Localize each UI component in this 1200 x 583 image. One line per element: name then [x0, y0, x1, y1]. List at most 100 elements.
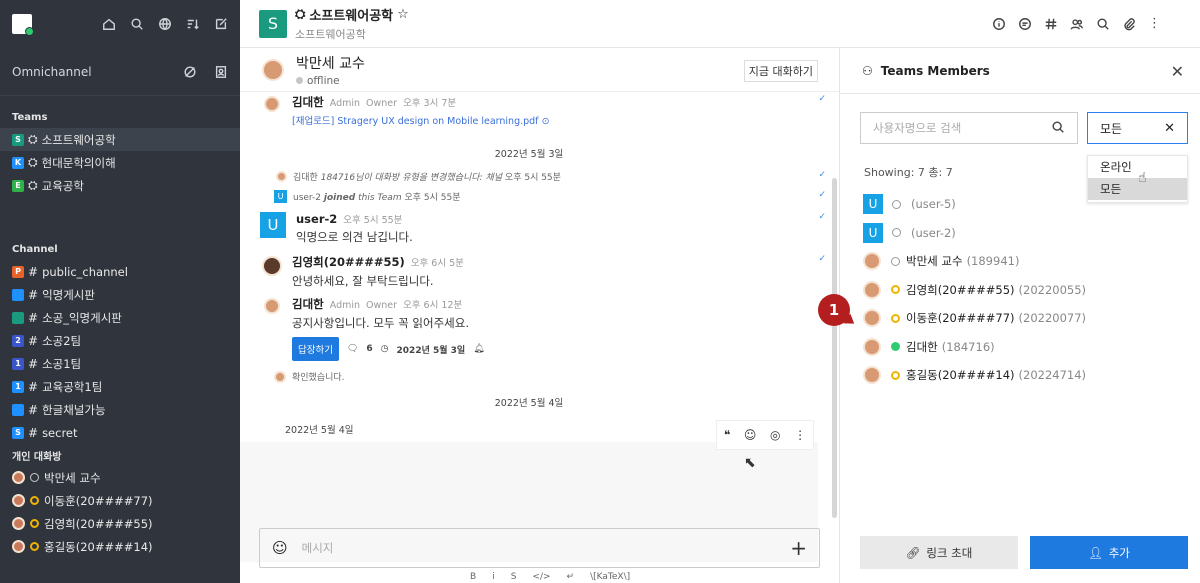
- clock-icon: ◷: [380, 344, 389, 354]
- close-icon[interactable]: ✕: [1171, 62, 1184, 81]
- team-badge: S: [12, 133, 24, 146]
- read-check-icon: ✓: [818, 212, 826, 222]
- format-toolbar: Bi S </> ↵ \[KaTeX\]: [470, 572, 630, 582]
- globe-icon[interactable]: [157, 17, 172, 32]
- quote-icon[interactable]: ❝: [724, 428, 730, 442]
- format-button[interactable]: </>: [532, 572, 550, 582]
- callout-badge: 1: [818, 294, 850, 326]
- search-icon[interactable]: [1095, 16, 1110, 31]
- message-time: 오후 3시 7분: [403, 98, 457, 109]
- add-label: 추가: [1108, 545, 1130, 560]
- clear-icon[interactable]: ✕: [1164, 121, 1175, 136]
- message-time: 오후 5시 55분: [343, 215, 403, 226]
- message-text: 확인했습니다.: [292, 373, 345, 383]
- new-chat-icon[interactable]: [182, 64, 197, 79]
- sidebar-team-item[interactable]: E ⛭ 교육공학: [0, 174, 240, 197]
- message-list: 김대한 Admin Owner 오후 3시 7분 [재업로드] Stragery UX…: [240, 92, 826, 562]
- attachment-icon[interactable]: [1121, 16, 1136, 31]
- home-icon[interactable]: [101, 17, 116, 32]
- add-member-button[interactable]: 👤︎ 추가: [1030, 536, 1188, 569]
- user-avatar[interactable]: [12, 14, 34, 36]
- system-message: U user-2 joined this Team 오후 5시 55분: [274, 190, 461, 203]
- sidebar-team-item[interactable]: S ⛭ 소프트웨어공학: [0, 128, 240, 151]
- plus-icon[interactable]: +: [790, 536, 807, 560]
- format-button[interactable]: i: [492, 572, 495, 582]
- sidebar-item-label: 익명게시판: [42, 287, 95, 302]
- message-author[interactable]: 김대한: [292, 297, 324, 311]
- sidebar-dm-item[interactable]: 이동훈(20####77): [0, 489, 240, 512]
- team-logo: S: [259, 9, 287, 38]
- member-row[interactable]: 김영희(20####55) (20220055): [863, 276, 1183, 305]
- channel-badge: [12, 403, 24, 416]
- owner-badge: Owner: [366, 98, 398, 109]
- sort-icon[interactable]: [185, 17, 200, 32]
- sidebar-channel-item[interactable]: P # public_channel: [0, 260, 240, 283]
- invite-link-button[interactable]: 🔗︎ 링크 초대: [860, 536, 1018, 569]
- download-icon[interactable]: ⊙: [542, 116, 550, 127]
- sidebar-channel-item[interactable]: # 익명게시판: [0, 283, 240, 306]
- member-row[interactable]: U (user-2): [863, 219, 1183, 248]
- kebab-menu-icon[interactable]: ⋮: [794, 428, 806, 442]
- status-dot: [296, 77, 303, 84]
- sidebar-channel-item[interactable]: S # secret: [0, 421, 240, 444]
- message-time: 오후 6시 5분: [410, 258, 464, 269]
- search-icon[interactable]: [1051, 120, 1065, 137]
- status-dot: [891, 313, 900, 323]
- member-search-input[interactable]: 사용자명으로 검색: [860, 112, 1078, 144]
- member-row[interactable]: 이동훈(20####77) (20220077): [863, 304, 1183, 333]
- sidebar-dm-item[interactable]: 홍길동(20####14): [0, 535, 240, 558]
- format-button[interactable]: ↵: [567, 572, 575, 582]
- discussion-icon[interactable]: [1017, 16, 1032, 31]
- sidebar-dm-item[interactable]: 김영희(20####55): [0, 512, 240, 535]
- bell-icon[interactable]: 🔔︎: [473, 344, 484, 354]
- teams-section-title: Teams: [12, 111, 48, 123]
- scrollbar[interactable]: [832, 178, 837, 518]
- members-icon[interactable]: [1069, 16, 1084, 31]
- sidebar-item-label: 소공_익명게시판: [42, 310, 122, 325]
- kebab-menu-icon[interactable]: ⋮: [1147, 16, 1162, 31]
- format-button[interactable]: S: [511, 572, 517, 582]
- member-row[interactable]: 박만세 교수 (189941): [863, 247, 1183, 276]
- member-id: (user-5): [911, 197, 956, 212]
- file-link[interactable]: [재업로드] Stragery UX design on Mobile lear…: [292, 116, 539, 127]
- search-icon[interactable]: [129, 17, 144, 32]
- message-input[interactable]: 메시지: [302, 540, 334, 556]
- date-separator: 2022년 5월 4일: [494, 398, 564, 409]
- avatar: [274, 370, 286, 383]
- member-row[interactable]: 홍길동(20####14) (20224714): [863, 361, 1183, 390]
- channel-badge: 1: [12, 357, 24, 370]
- format-button[interactable]: B: [470, 572, 476, 582]
- status-filter-select[interactable]: 모든 ✕: [1087, 112, 1188, 144]
- emoji-icon[interactable]: ☺: [272, 539, 288, 557]
- info-icon[interactable]: [991, 16, 1006, 31]
- sidebar-item-label: 현대문학의이해: [41, 155, 116, 170]
- add-reaction-icon[interactable]: ☺: [744, 428, 757, 442]
- sidebar-channel-item[interactable]: # 소공_익명게시판: [0, 306, 240, 329]
- reply-button[interactable]: 답장하기: [292, 337, 339, 361]
- thread-icon[interactable]: 🗨: [347, 344, 358, 354]
- channels-icon[interactable]: [1043, 16, 1058, 31]
- message-composer[interactable]: ☺ 메시지 +: [259, 528, 820, 568]
- discussion-icon[interactable]: ◎: [770, 428, 780, 442]
- sidebar-channel-item[interactable]: # 한글채널가능: [0, 398, 240, 421]
- channel-badge: S: [12, 426, 24, 439]
- message-author[interactable]: 김영희(20####55): [292, 255, 405, 269]
- message-author[interactable]: 김대한: [292, 95, 324, 109]
- talk-now-button[interactable]: 지금 대화하기: [743, 60, 818, 82]
- format-button[interactable]: \[KaTeX\]: [590, 572, 630, 582]
- compose-icon[interactable]: [213, 17, 228, 32]
- member-row[interactable]: 김대한 (184716): [863, 333, 1183, 362]
- star-icon[interactable]: ☆: [397, 7, 409, 22]
- sidebar-channel-item[interactable]: 1 # 교육공학1팀: [0, 375, 240, 398]
- sidebar-dm-item[interactable]: 박만세 교수: [0, 466, 240, 489]
- sidebar-channel-item[interactable]: 2 # 소공2팀: [0, 329, 240, 352]
- member-row[interactable]: U (user-5): [863, 190, 1183, 219]
- sidebar-team-item[interactable]: K ⛭ 현대문학의이해: [0, 151, 240, 174]
- contacts-icon[interactable]: [213, 64, 228, 79]
- link-icon: 🔗︎: [905, 545, 921, 560]
- sidebar-item-label: 교육공학: [41, 178, 84, 193]
- sidebar-channel-item[interactable]: 1 # 소공1팀: [0, 352, 240, 375]
- read-check-icon: ✓: [818, 190, 826, 200]
- message-author[interactable]: user-2: [296, 212, 337, 226]
- message-action-bar: ❝ ☺ ◎ ⋮: [716, 420, 814, 450]
